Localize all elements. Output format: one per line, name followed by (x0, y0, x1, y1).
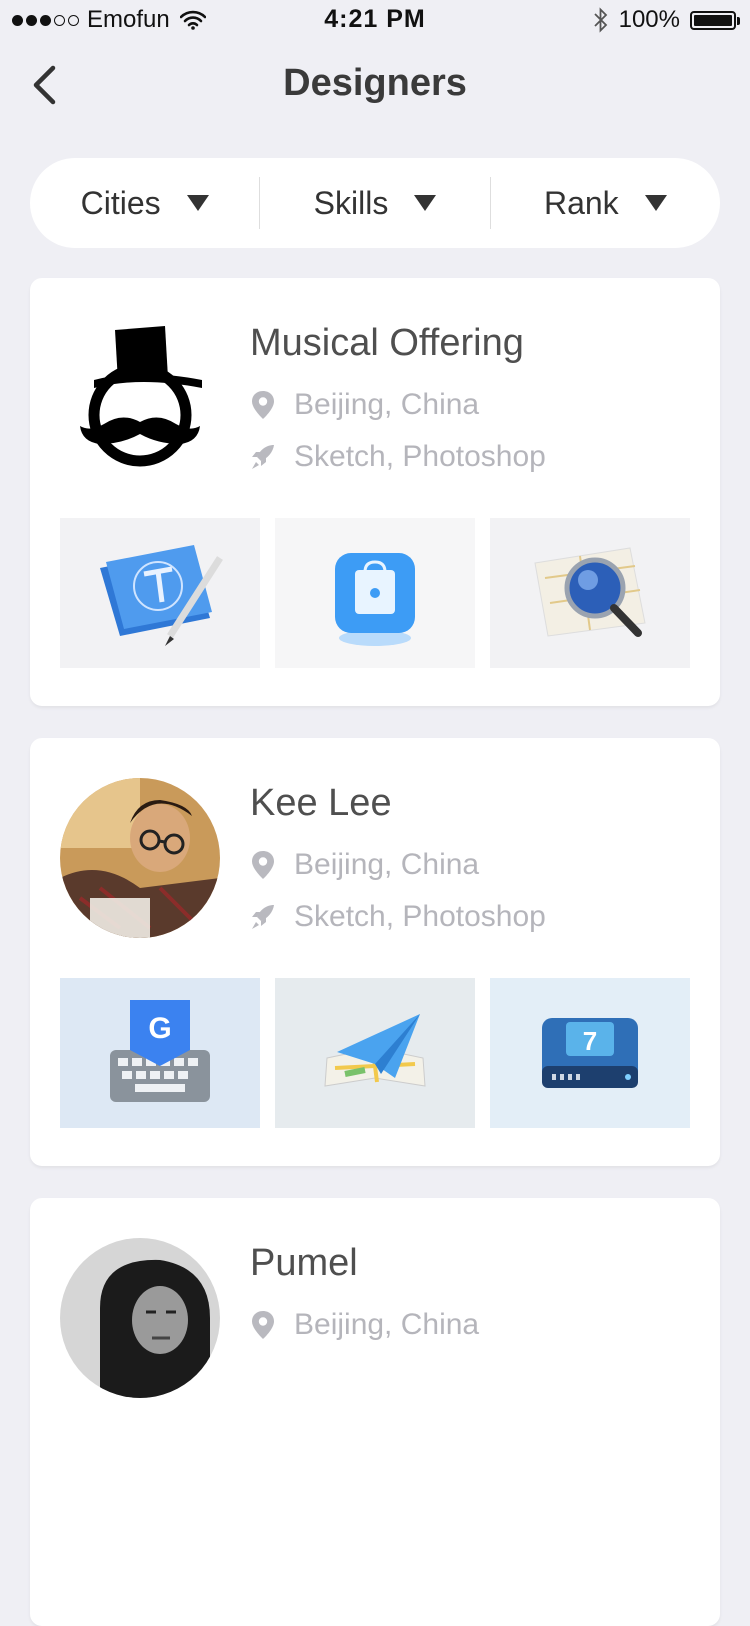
svg-text:G: G (148, 1012, 171, 1045)
location-row: Beijing, China (250, 1308, 479, 1342)
work-thumbnail[interactable] (490, 518, 690, 668)
caret-down-icon (414, 195, 437, 211)
paper-plane-map-icon (324, 1014, 426, 1087)
bluetooth-icon (593, 7, 607, 33)
designer-name: Pumel (250, 1242, 358, 1284)
google-keyboard-icon: G (110, 1000, 210, 1102)
designer-card[interactable]: Pumel Beijing, China (30, 1198, 720, 1626)
top-hat-mustache-avatar-icon (60, 318, 220, 478)
filter-skills-dropdown[interactable]: Skills (260, 158, 489, 248)
battery-icon (690, 10, 740, 30)
rocket-icon (252, 445, 274, 469)
app-store-bag-icon (335, 553, 415, 646)
caret-down-icon (644, 195, 667, 211)
work-gallery: G 7 (60, 978, 690, 1128)
location-row: Beijing, China (250, 848, 479, 882)
skills-row: Sketch, Photoshop (250, 440, 546, 474)
battery-percent: 100% (618, 6, 680, 33)
blueprint-tool-app-icon (100, 545, 223, 646)
avatar (60, 778, 220, 938)
work-thumbnail[interactable]: 7 (490, 978, 690, 1128)
designer-name: Kee Lee (250, 782, 392, 824)
map-magnifier-icon (534, 547, 646, 637)
location-pin-icon (252, 851, 274, 879)
svg-text:7: 7 (583, 1026, 597, 1056)
filter-label: Cities (80, 184, 161, 221)
designer-name: Musical Offering (250, 322, 524, 364)
designer-card[interactable]: Kee Lee Beijing, China Sketch, Photoshop (30, 738, 720, 1166)
location-row: Beijing, China (250, 388, 479, 422)
skills-text: Sketch, Photoshop (294, 900, 546, 933)
avatar (60, 1238, 220, 1398)
filter-rank-dropdown[interactable]: Rank (491, 158, 720, 248)
filter-bar: Cities Skills Rank (30, 158, 720, 248)
location-text: Beijing, China (294, 388, 480, 421)
rocket-icon (252, 905, 274, 929)
blue-drive-icon: 7 (542, 1018, 638, 1088)
work-thumbnail[interactable] (60, 518, 260, 668)
skills-text: Sketch, Photoshop (294, 440, 546, 473)
avatar (60, 318, 220, 478)
page-title: Designers (283, 62, 467, 104)
work-gallery (60, 518, 690, 668)
filter-label: Skills (313, 184, 389, 221)
status-bar: Emofun 4:21 PM 100% (0, 0, 750, 40)
location-text: Beijing, China (294, 848, 480, 881)
location-text: Beijing, China (294, 1308, 480, 1341)
skills-row: Sketch, Photoshop (250, 900, 546, 934)
caret-down-icon (186, 195, 209, 211)
work-thumbnail[interactable] (275, 978, 475, 1128)
status-right: 100% (593, 6, 740, 34)
filter-label: Rank (543, 184, 619, 221)
designer-card[interactable]: Musical Offering Beijing, China Sketch, … (30, 278, 720, 706)
designer-photo-icon (60, 1238, 220, 1398)
work-thumbnail[interactable]: G (60, 978, 260, 1128)
navigation-bar: Designers (0, 40, 750, 130)
filter-cities-dropdown[interactable]: Cities (30, 158, 259, 248)
designer-photo-icon (60, 778, 220, 938)
location-pin-icon (252, 1311, 274, 1339)
work-thumbnail[interactable] (275, 518, 475, 668)
location-pin-icon (252, 391, 274, 419)
